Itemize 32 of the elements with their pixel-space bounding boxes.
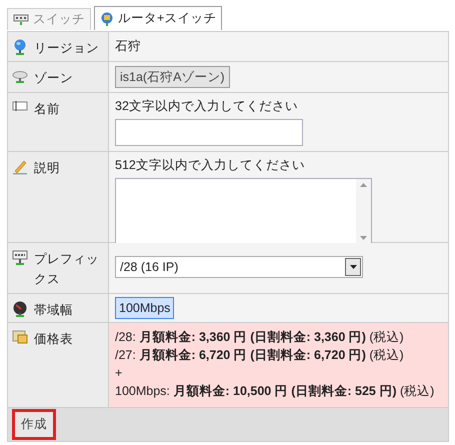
price-line: 100Mbps: 月額料金: 10,500 円 (日割料金: 525 円) (税込): [115, 383, 436, 400]
tab[interactable]: ルータ+スイッチ: [94, 6, 222, 30]
price-line: /28: 月額料金: 3,360 円 (日割料金: 3,360 円) (税込): [115, 329, 405, 346]
ip-icon: [12, 250, 28, 266]
row-label: プレフィックス: [34, 251, 100, 288]
row-label: 説明: [34, 160, 60, 177]
row-label: ゾーン: [34, 70, 73, 87]
gauge-icon: [12, 301, 28, 317]
row-label: 価格表: [34, 331, 73, 348]
globe-icon: [12, 39, 28, 55]
row-label: リージョン: [34, 40, 99, 57]
bandwidth-option[interactable]: 100Mbps: [115, 297, 174, 319]
field-hint: 512文字以内で入力してください: [115, 157, 306, 174]
text-field-icon: [12, 100, 28, 112]
field-hint: 32文字以内で入力してください: [115, 98, 299, 115]
description-field[interactable]: [115, 178, 372, 245]
price-table-icon: [12, 330, 28, 344]
scroll-up-icon[interactable]: [360, 183, 367, 187]
create-button[interactable]: 作成: [12, 409, 56, 440]
price-line: +: [115, 365, 124, 382]
scroll-down-icon[interactable]: [360, 236, 367, 240]
pencil-icon: [12, 159, 28, 175]
prefix-select[interactable]: /28 (16 IP): [115, 256, 363, 278]
price-line: /27: 月額料金: 6,720 円 (日割料金: 6,720 円) (税込): [115, 347, 405, 364]
row-label: 帯域幅: [34, 302, 73, 319]
name-field[interactable]: [115, 119, 303, 146]
switch-icon: [13, 14, 29, 26]
row-label: 名前: [34, 101, 60, 118]
region-value: 石狩: [115, 39, 141, 53]
cloud-icon: [12, 69, 28, 83]
zone-button[interactable]: is1a(石狩Aゾーン): [115, 66, 230, 88]
caret-icon: [350, 265, 356, 269]
